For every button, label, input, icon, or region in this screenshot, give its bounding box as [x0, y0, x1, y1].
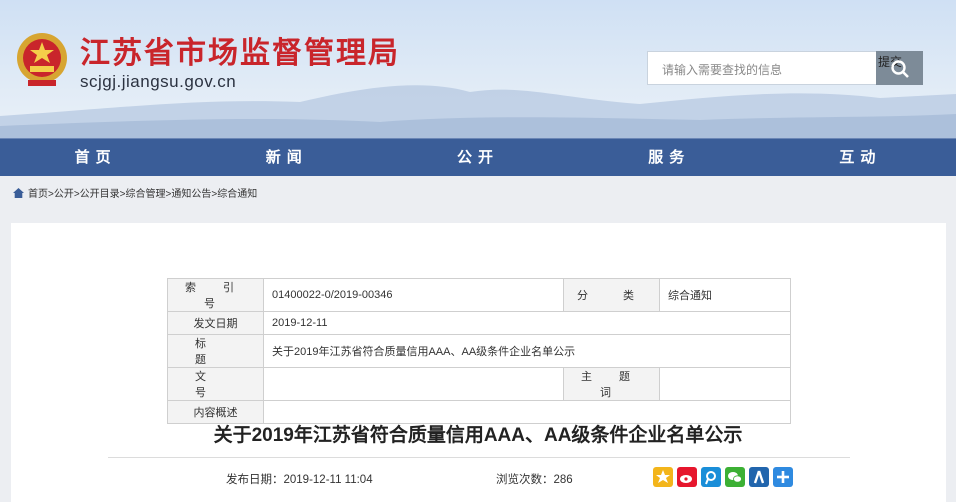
publish-date: 发布日期：2019-12-11 11:04 [226, 474, 373, 486]
docno-value [263, 367, 564, 401]
date-value: 2019-12-11 [263, 311, 791, 335]
national-emblem-icon [17, 33, 67, 86]
keywords-label: 主 题 词 [563, 367, 660, 401]
table-row: 索 引 号 01400022-0/2019-00346 分 类 综合通知 [167, 278, 791, 312]
nav-news[interactable]: 新闻 [191, 139, 382, 176]
search-icon [891, 60, 909, 78]
article-title: 关于2019年江苏省符合质量信用AAA、AA级条件企业名单公示 [213, 425, 743, 446]
divider [108, 457, 850, 458]
table-row: 标 题 关于2019年江苏省符合质量信用AAA、AA级条件企业名单公示 [167, 334, 791, 368]
index-label: 索 引 号 [167, 278, 264, 312]
qzone-icon[interactable] [653, 467, 673, 487]
document-info-table: 索 引 号 01400022-0/2019-00346 分 类 综合通知 发文日… [167, 278, 791, 424]
site-title: 江苏省市场监督管理局 [80, 36, 400, 71]
category-value: 综合通知 [659, 278, 791, 312]
search-button[interactable]: 提交 [876, 51, 923, 85]
nav-interaction[interactable]: 互动 [765, 139, 956, 176]
breadcrumb-text[interactable]: 首页>公开>公开目录>综合管理>通知公告>综合通知 [28, 185, 257, 200]
search-input[interactable]: 请输入需要查找的信息 [647, 51, 877, 85]
renren-icon[interactable] [749, 467, 769, 487]
nav-home[interactable]: 首页 [0, 139, 191, 176]
main-nav: 首页 新闻 公开 服务 互动 [0, 138, 956, 176]
tencent-weibo-icon[interactable] [701, 467, 721, 487]
index-value: 01400022-0/2019-00346 [263, 278, 564, 312]
nav-service[interactable]: 服务 [574, 139, 765, 176]
title-value: 关于2019年江苏省符合质量信用AAA、AA级条件企业名单公示 [263, 334, 791, 368]
more-share-icon[interactable] [773, 467, 793, 487]
weibo-icon[interactable] [677, 467, 697, 487]
keywords-value [659, 367, 791, 401]
table-row: 文 号 主 题 词 [167, 367, 791, 401]
site-header: 江苏省市场监督管理局 scjgj.jiangsu.gov.cn 请输入需要查找的… [0, 0, 956, 138]
category-label: 分 类 [563, 278, 660, 312]
table-row: 发文日期 2019-12-11 [167, 311, 791, 335]
title-label: 标 题 [167, 334, 264, 368]
breadcrumb: 首页>公开>公开目录>综合管理>通知公告>综合通知 [13, 185, 257, 200]
site-url: scjgj.jiangsu.gov.cn [80, 72, 237, 91]
date-label: 发文日期 [167, 311, 264, 335]
wechat-icon[interactable] [725, 467, 745, 487]
view-count: 浏览次数：286 [496, 474, 573, 486]
home-icon [13, 187, 24, 198]
docno-label: 文 号 [167, 367, 264, 401]
share-bar [653, 467, 793, 487]
nav-public[interactable]: 公开 [382, 139, 573, 176]
